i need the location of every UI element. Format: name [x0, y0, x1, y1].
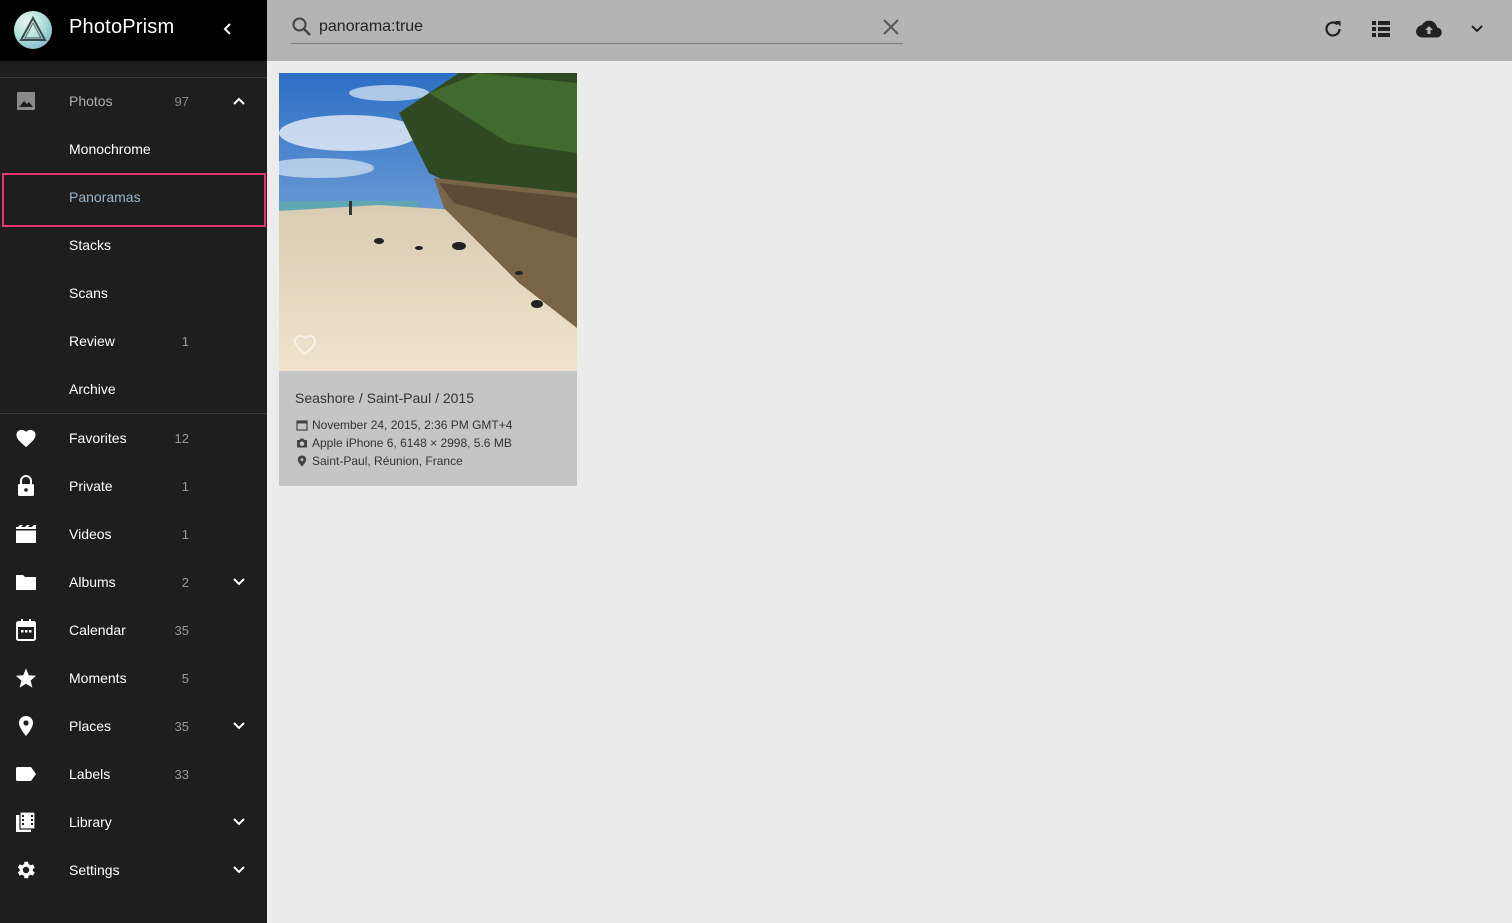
search-icon	[291, 16, 313, 38]
view-list-button[interactable]	[1368, 16, 1394, 42]
search-bar	[291, 12, 903, 44]
sidebar-item-label: Videos	[69, 526, 112, 542]
camera-icon	[295, 436, 309, 450]
sidebar-item-count: 2	[181, 574, 189, 590]
sidebar-item-archive[interactable]: Archive	[0, 365, 267, 413]
sidebar-item-label: Moments	[69, 670, 127, 686]
sidebar-item-monochrome[interactable]: Monochrome	[0, 125, 267, 173]
image-icon	[14, 89, 38, 113]
sidebar-item-count: 97	[174, 93, 189, 109]
sidebar-item-label: Labels	[69, 766, 111, 782]
sidebar-item-favorites[interactable]: Favorites 12	[0, 414, 267, 462]
sidebar-item-count: 35	[174, 622, 189, 638]
cloud-upload-icon	[1416, 20, 1442, 38]
photo-title[interactable]: Seashore / Saint-Paul / 2015	[295, 390, 474, 406]
sidebar-item-settings[interactable]: Settings	[0, 846, 267, 894]
gear-icon	[14, 858, 38, 882]
chevron-down-icon[interactable]	[228, 571, 250, 593]
calendar-icon	[295, 418, 309, 432]
upload-button[interactable]	[1416, 16, 1442, 42]
chevron-down-icon[interactable]	[228, 859, 250, 881]
video-icon	[14, 522, 38, 546]
chevron-down-icon[interactable]	[228, 715, 250, 737]
sidebar: PhotoPrism Photos 97 Monochrome Panorama…	[0, 0, 267, 923]
sidebar-item-calendar[interactable]: Calendar 35	[0, 606, 267, 654]
sidebar-item-videos[interactable]: Videos 1	[0, 510, 267, 558]
collapse-sidebar-button[interactable]	[217, 18, 239, 40]
sidebar-item-label: Settings	[69, 862, 120, 878]
sidebar-item-photos[interactable]: Photos 97	[0, 77, 267, 125]
sidebar-item-labels[interactable]: Labels 33	[0, 750, 267, 798]
sidebar-item-private[interactable]: Private 1	[0, 462, 267, 510]
sidebar-item-label: Review	[69, 333, 115, 349]
refresh-button[interactable]	[1320, 16, 1346, 42]
sidebar-item-count: 33	[174, 766, 189, 782]
toolbar	[267, 0, 1512, 61]
sidebar-item-stacks[interactable]: Stacks	[0, 221, 267, 269]
chevron-up-icon[interactable]	[228, 90, 250, 112]
sidebar-item-count: 5	[181, 670, 189, 686]
brand-header: PhotoPrism	[0, 0, 267, 61]
sidebar-item-library[interactable]: Library	[0, 798, 267, 846]
photo-location: Saint-Paul, Réunion, France	[312, 454, 463, 468]
refresh-icon	[1325, 21, 1341, 37]
list-icon	[1372, 21, 1390, 37]
search-input[interactable]	[319, 16, 879, 38]
sidebar-item-label: Private	[69, 478, 113, 494]
photo-card[interactable]: Seashore / Saint-Paul / 2015 November 24…	[279, 73, 577, 486]
sidebar-item-albums[interactable]: Albums 2	[0, 558, 267, 606]
sidebar-item-places[interactable]: Places 35	[0, 702, 267, 750]
sidebar-item-count: 1	[181, 526, 189, 542]
sidebar-item-count: 35	[174, 718, 189, 734]
sidebar-item-panoramas[interactable]: Panoramas	[0, 173, 267, 221]
sidebar-item-label: Photos	[69, 93, 113, 109]
sidebar-item-label: Monochrome	[69, 141, 151, 157]
sidebar-item-label: Places	[69, 718, 112, 734]
star-icon	[14, 666, 38, 690]
sidebar-item-label: Scans	[69, 285, 108, 301]
calendar-icon	[14, 618, 38, 642]
expand-menu-button[interactable]	[1464, 16, 1490, 42]
favorite-heart-icon[interactable]	[293, 334, 317, 358]
sidebar-item-review[interactable]: Review 1	[0, 317, 267, 365]
sidebar-item-count: 1	[181, 478, 189, 494]
heart-icon	[14, 426, 38, 450]
sidebar-item-moments[interactable]: Moments 5	[0, 654, 267, 702]
sidebar-item-label: Calendar	[69, 622, 126, 638]
photo-location-row: Saint-Paul, Réunion, France	[295, 454, 463, 468]
photoprism-logo[interactable]	[14, 11, 52, 49]
sidebar-item-label: Panoramas	[69, 189, 141, 205]
label-icon	[14, 762, 38, 786]
sidebar-item-label: Albums	[69, 574, 116, 590]
close-icon[interactable]	[880, 16, 902, 38]
sidebar-item-label: Stacks	[69, 237, 112, 253]
lock-icon	[14, 474, 38, 498]
photo-camera-row: Apple iPhone 6, 6148 × 2998, 5.6 MB	[295, 436, 512, 450]
sidebar-item-scans[interactable]: Scans	[0, 269, 267, 317]
app-title: PhotoPrism	[69, 16, 175, 38]
chevron-left-icon	[223, 23, 231, 35]
photo-thumbnail[interactable]	[279, 73, 577, 371]
sidebar-item-label: Archive	[69, 381, 116, 397]
folder-icon	[14, 570, 38, 594]
place-icon	[295, 454, 309, 468]
photo-date: November 24, 2015, 2:36 PM GMT+4	[312, 418, 513, 432]
sidebar-item-count: 1	[181, 333, 189, 349]
photo-camera: Apple iPhone 6, 6148 × 2998, 5.6 MB	[312, 436, 512, 450]
chevron-down-icon[interactable]	[228, 811, 250, 833]
photo-date-row: November 24, 2015, 2:36 PM GMT+4	[295, 418, 512, 432]
chevron-down-icon	[1471, 25, 1483, 33]
library-icon	[14, 810, 38, 834]
sidebar-item-label: Favorites	[69, 430, 127, 446]
sidebar-item-label: Library	[69, 814, 112, 830]
place-icon	[14, 714, 38, 738]
sidebar-item-count: 12	[174, 430, 189, 446]
